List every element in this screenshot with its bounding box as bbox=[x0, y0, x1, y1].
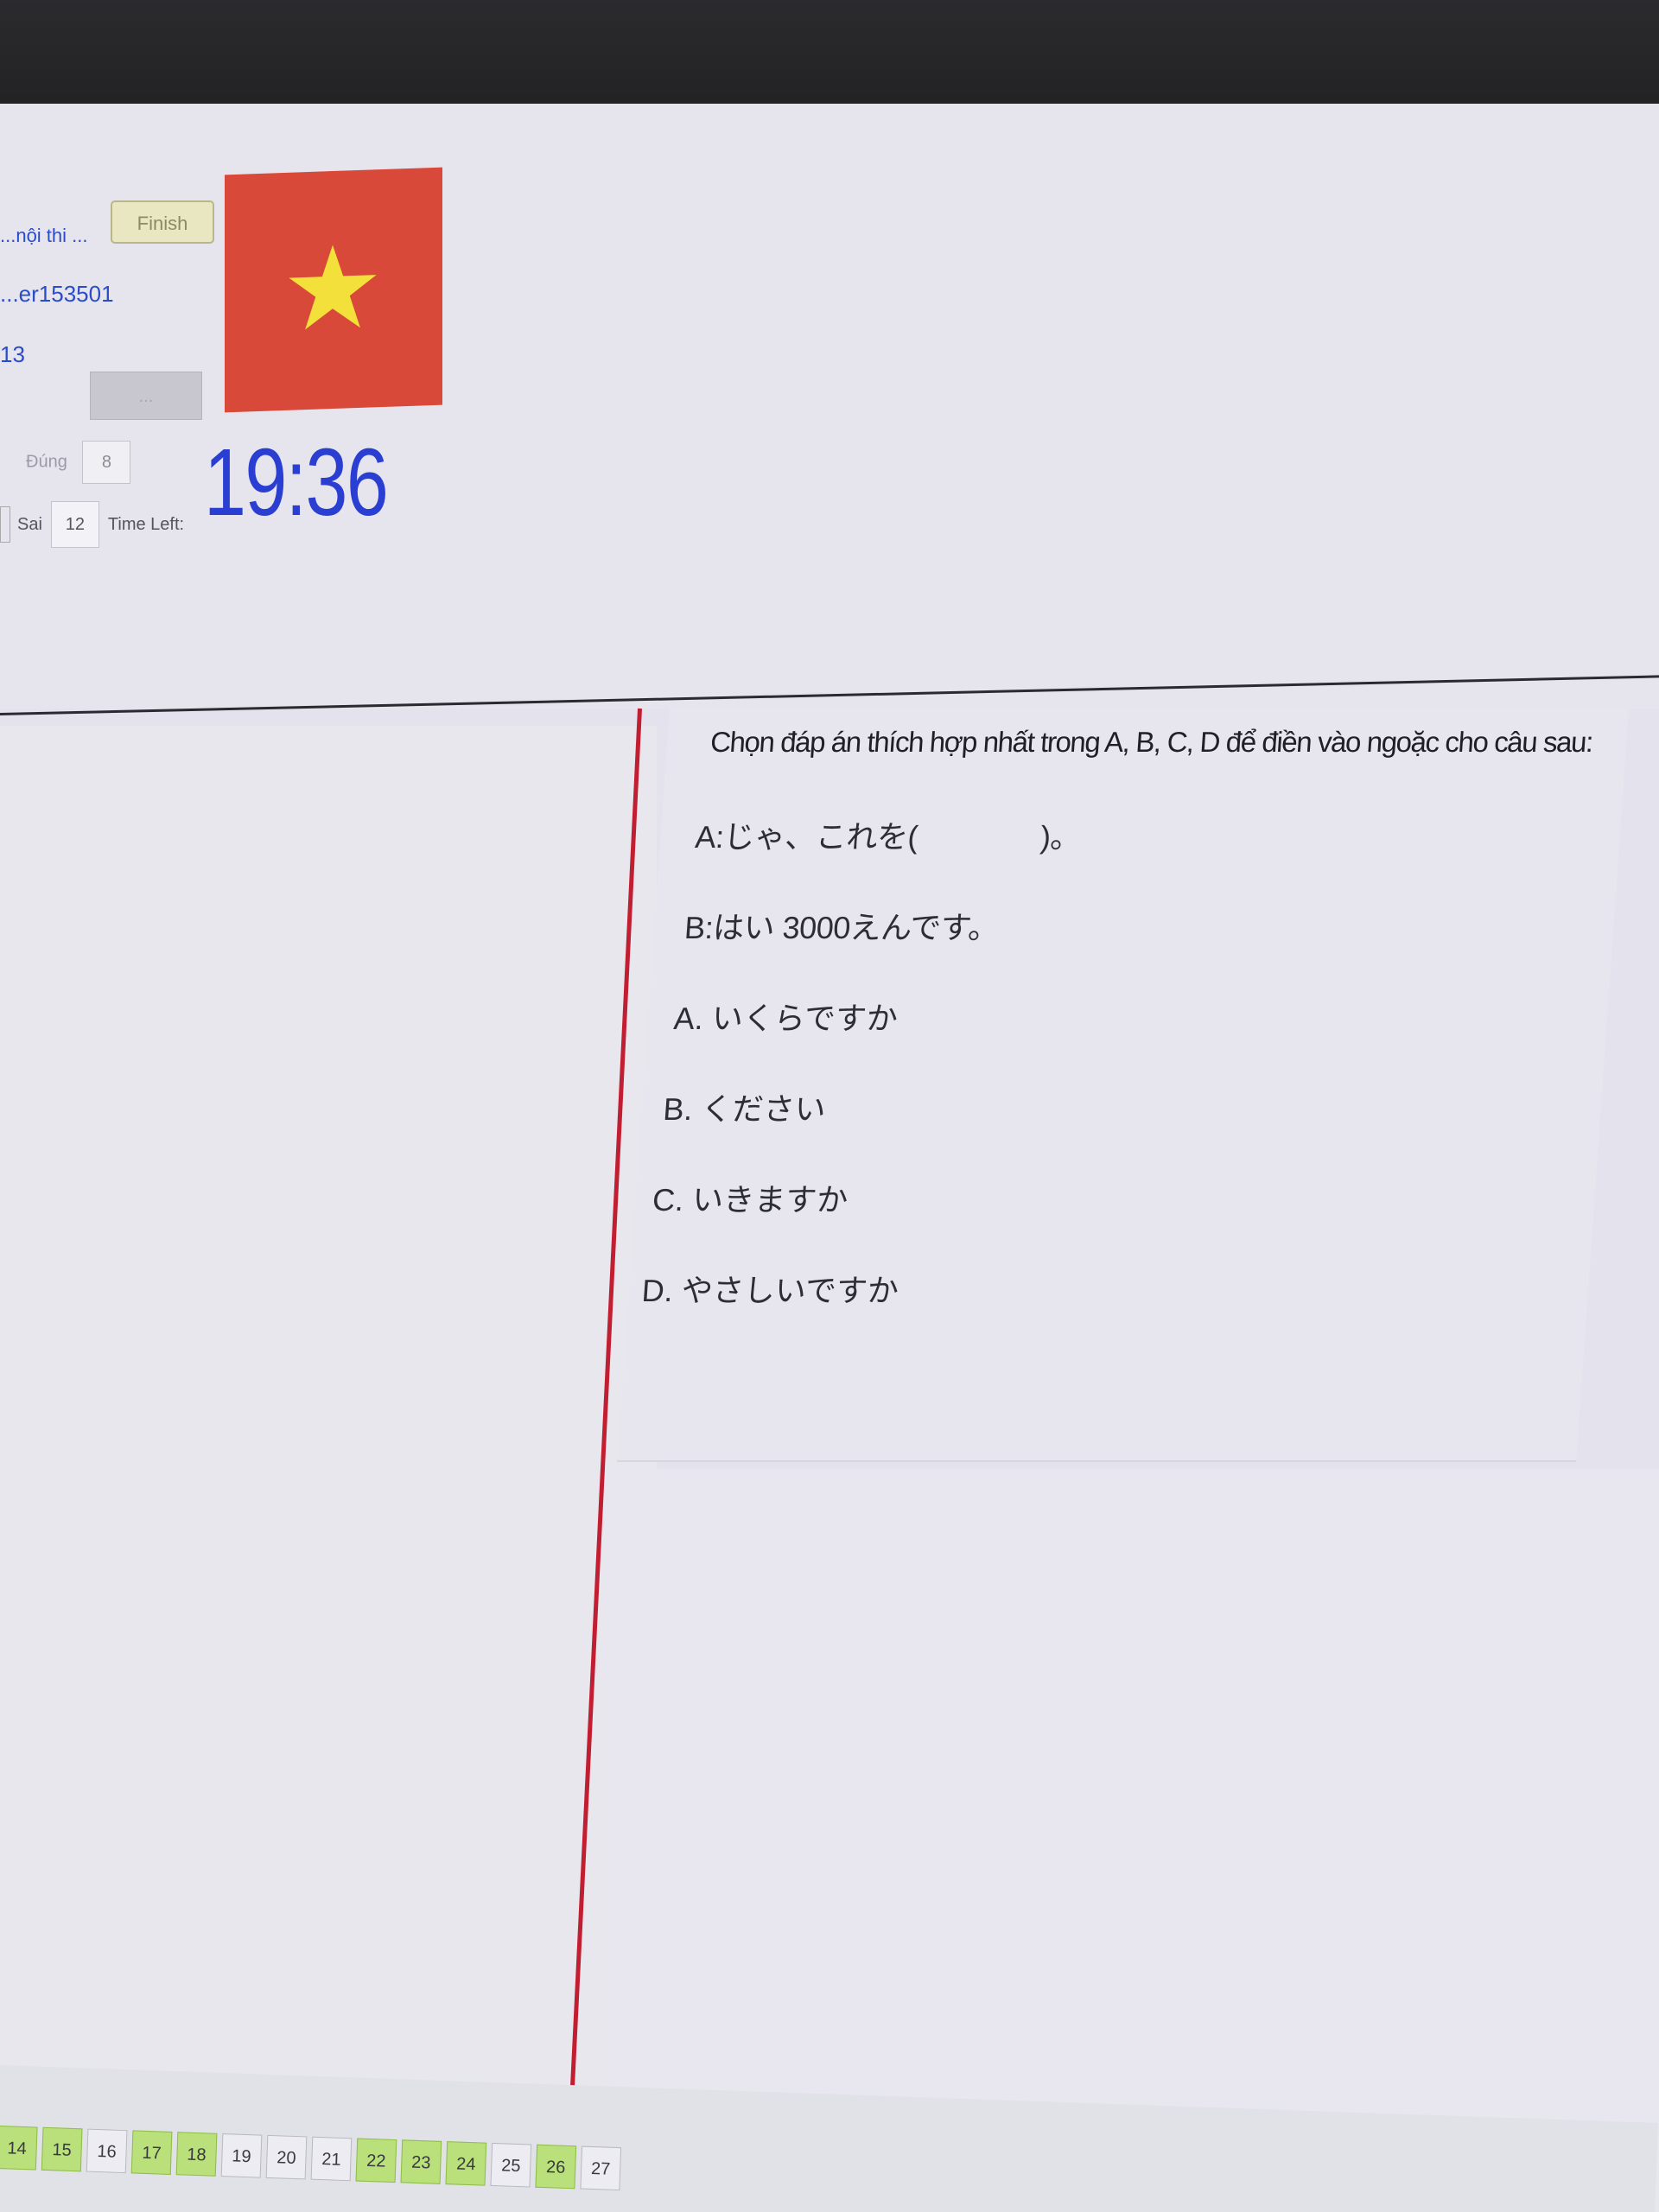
answer-option-c[interactable]: C. いきますか bbox=[652, 1175, 850, 1220]
option-text: やさしいですか bbox=[680, 1273, 900, 1308]
wrong-count-field[interactable]: 12 bbox=[50, 501, 99, 548]
question-nav-button[interactable]: 19 bbox=[220, 2133, 263, 2178]
answer-option-b[interactable]: B. ください bbox=[662, 1084, 828, 1129]
time-left-label: Time Left: bbox=[107, 514, 185, 534]
exam-screen: ...nội thi ... ...er153501 13 Finish ...… bbox=[0, 104, 1659, 2212]
dialogue-line-a: A:じゃ、これを( )。 bbox=[694, 819, 1083, 855]
option-key: C. bbox=[651, 1182, 685, 1217]
wrong-label: Sai bbox=[17, 514, 42, 534]
question-panel: Chọn đáp án thích hợp nhất trong A, B, C… bbox=[617, 709, 1629, 1462]
dialogue-line-b: B:はい 3000えんです。 bbox=[683, 910, 1001, 945]
disabled-button[interactable]: ... bbox=[90, 372, 202, 420]
question-instruction: Chọn đáp án thích hợp nhất trong A, B, C… bbox=[709, 726, 1594, 758]
question-nav-button[interactable]: 16 bbox=[86, 2128, 128, 2174]
wrong-count-row: Sai 12 Time Left: bbox=[0, 501, 208, 548]
question-nav-button[interactable]: 15 bbox=[41, 2126, 83, 2172]
star-icon bbox=[289, 245, 377, 330]
question-nav-button[interactable]: 25 bbox=[490, 2142, 532, 2188]
question-nav-button[interactable]: 18 bbox=[175, 2132, 218, 2177]
correct-label: Đúng bbox=[26, 452, 67, 472]
option-key: D. bbox=[640, 1273, 675, 1308]
question-nav-button[interactable]: 23 bbox=[400, 2139, 442, 2184]
correct-count-field[interactable]: 8 bbox=[82, 441, 131, 484]
option-key: B. bbox=[662, 1091, 695, 1127]
question-nav-button[interactable]: 14 bbox=[0, 2125, 38, 2171]
answer-option-d[interactable]: D. やさしいですか bbox=[640, 1266, 900, 1311]
seat-number: 13 bbox=[0, 341, 25, 367]
left-pane bbox=[0, 726, 657, 2108]
option-key: A. bbox=[672, 1001, 705, 1036]
answer-option-a[interactable]: A. いくらですか bbox=[672, 994, 899, 1039]
option-text: いくらですか bbox=[710, 1001, 899, 1036]
exam-link[interactable]: ...nội thi ... bbox=[0, 225, 88, 247]
question-nav-button[interactable]: 22 bbox=[355, 2138, 397, 2183]
exam-header: ...nội thi ... ...er153501 13 Finish ...… bbox=[0, 104, 1659, 709]
vietnam-flag-image bbox=[225, 167, 442, 413]
option-text: いきますか bbox=[690, 1182, 849, 1217]
row-marker bbox=[0, 506, 10, 543]
question-nav-button[interactable]: 26 bbox=[535, 2144, 577, 2190]
finish-button[interactable]: Finish bbox=[111, 200, 214, 244]
question-nav-button[interactable]: 20 bbox=[265, 2134, 308, 2180]
question-nav-button[interactable]: 17 bbox=[130, 2130, 173, 2175]
question-nav-button[interactable]: 21 bbox=[310, 2136, 353, 2182]
candidate-id: ...er153501 bbox=[0, 281, 114, 307]
countdown-timer: 19:36 bbox=[204, 429, 389, 536]
question-nav-button[interactable]: 27 bbox=[580, 2145, 622, 2191]
correct-count-row: Đúng 8 bbox=[26, 441, 131, 484]
question-nav-button[interactable]: 24 bbox=[445, 2141, 487, 2186]
question-navigator-track: 14 15 16 17 18 19 20 21 22 23 24 25 26 27 bbox=[0, 2125, 622, 2191]
option-text: ください bbox=[700, 1091, 828, 1127]
